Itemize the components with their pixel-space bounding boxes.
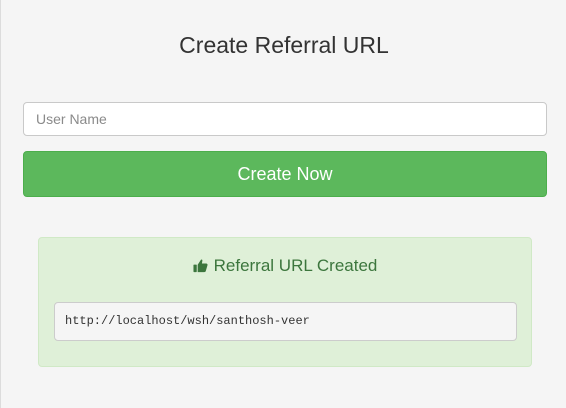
alert-heading-text: Referral URL Created	[213, 256, 378, 275]
success-alert: Referral URL Created http://localhost/ws…	[38, 237, 532, 367]
username-input[interactable]	[23, 102, 547, 136]
referral-panel: Create Referral URL Create Now Referral …	[0, 0, 566, 408]
referral-url-output[interactable]: http://localhost/wsh/santhosh-veer	[54, 302, 517, 341]
alert-heading: Referral URL Created	[39, 255, 531, 279]
page-title: Create Referral URL	[179, 32, 389, 58]
create-now-button[interactable]: Create Now	[23, 151, 547, 197]
thumbs-up-icon	[193, 257, 208, 279]
